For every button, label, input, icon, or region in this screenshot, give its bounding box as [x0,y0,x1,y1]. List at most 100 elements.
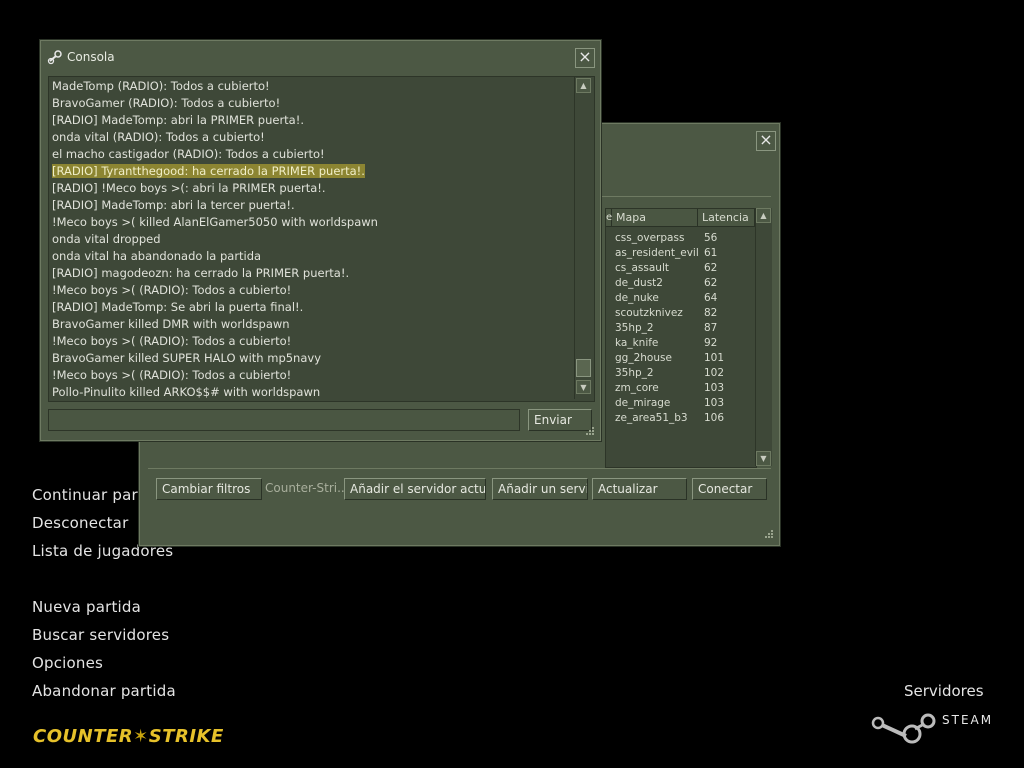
console-line: MadeTomp (RADIO): Todos a cubierto! [52,79,270,93]
server-map-cell: gg_2house [615,352,672,364]
console-scrollbar[interactable]: ▲ ▼ [574,77,593,399]
steam-text: STEAM [942,713,994,727]
console-line: [RADIO] MadeTomp: abri la tercer puerta!… [52,198,295,212]
console-line-text: onda vital dropped [52,232,161,246]
server-latency-cell: 103 [704,382,725,394]
server-map-cell: 35hp_2 [615,322,654,334]
console-command-input[interactable] [48,409,520,431]
console-line: onda vital (RADIO): Todos a cubierto! [52,130,265,144]
steam-small-icon [47,50,62,65]
console-scroll-up-icon[interactable]: ▲ [576,78,591,93]
resize-grip-icon[interactable] [764,529,774,539]
console-line-text: !Meco boys >( (RADIO): Todos a cubierto! [52,283,292,297]
console-line: onda vital ha abandonado la partida [52,249,261,263]
console-line-text: el macho castigador (RADIO): Todos a cub… [52,147,325,161]
logo-right: STRIKE [148,726,224,747]
console-line-text: [RADIO] magodeozn: ha cerrado la PRIMER … [52,266,350,280]
console-line: onda vital dropped [52,232,161,246]
table-row[interactable]: css_overpass 56 [606,232,756,247]
console-line-text: [RADIO] MadeTomp: abri la tercer puerta!… [52,198,295,212]
console-resize-grip-icon[interactable] [585,426,595,436]
console-line: !Meco boys >( (RADIO): Todos a cubierto! [52,283,291,297]
table-row[interactable]: scoutzknivez 82 [606,307,756,322]
console-line: !Meco boys >( killed AlanElGamer5050 wit… [52,215,378,229]
console-window: Consola × MadeTomp (RADIO): Todos a cubi… [40,40,601,441]
scroll-down-icon[interactable]: ▼ [756,451,771,466]
refresh-button[interactable]: Actualizar [592,478,687,500]
console-line: Pollo-Pinulito killed ARKO$$# with world… [52,385,320,399]
console-line-text: BravoGamer killed SUPER HALO with mp5nav… [52,351,322,365]
console-line: BravoGamer killed DMR with worldspawn [52,317,290,331]
send-button[interactable]: Enviar [528,409,592,431]
console-line: !Meco boys >( (RADIO): Todos a cubierto! [52,334,291,348]
server-latency-cell: 102 [704,367,725,379]
table-row[interactable]: 35hp_2 102 [606,367,756,382]
servers-label[interactable]: Servidores [904,682,984,700]
table-row[interactable]: 35hp_2 87 [606,322,756,337]
logo-figure-icon: ✶ [133,726,149,747]
logo-left: COUNTER [33,726,134,747]
console-scroll-thumb[interactable] [576,359,591,377]
console-line-text: [RADIO] MadeTomp: Se abri la puerta fina… [52,300,304,314]
console-line-text: MadeTomp (RADIO): Todos a cubierto! [52,79,270,93]
add-server-button[interactable]: Añadir un servi... [492,478,588,500]
table-row[interactable]: ze_area51_b3 106 [606,412,756,427]
menu-quit-game[interactable]: Abandonar partida [32,682,176,700]
add-current-server-button[interactable]: Añadir el servidor actual [344,478,486,500]
server-list-scrollbar[interactable]: ▲ ▼ [755,208,772,466]
table-row[interactable]: zm_core 103 [606,382,756,397]
server-latency-cell: 106 [704,412,725,424]
server-latency-cell: 62 [704,262,718,274]
menu-options[interactable]: Opciones [32,654,103,672]
server-latency-cell: 103 [704,397,725,409]
server-map-cell: zm_core [615,382,659,394]
server-list: es Mapa Latencia css_overpass56as_reside… [605,208,757,468]
table-row[interactable]: as_resident_evil 61 [606,247,756,262]
column-map-header[interactable]: Mapa [612,209,698,227]
console-line: [RADIO] magodeozn: ha cerrado la PRIMER … [52,266,349,280]
table-row[interactable]: de_mirage 103 [606,397,756,412]
table-row[interactable]: cs_assault 62 [606,262,756,277]
console-line-text: Pollo-Pinulito killed ARKO$$# with world… [52,385,321,399]
menu-new-game[interactable]: Nueva partida [32,598,141,616]
console-line-text: [RADIO] MadeTomp: abri la PRIMER puerta!… [52,113,304,127]
scroll-up-icon[interactable]: ▲ [756,208,771,223]
menu-find-servers[interactable]: Buscar servidores [32,626,169,644]
server-latency-cell: 64 [704,292,718,304]
server-browser-close-icon[interactable]: × [756,131,776,151]
console-line: BravoGamer (RADIO): Todos a cubierto! [52,96,280,110]
server-map-cell: css_overpass [615,232,685,244]
console-line: [RADIO] MadeTomp: Se abri la puerta fina… [52,300,303,314]
server-map-cell: de_nuke [615,292,659,304]
console-line-text: [RADIO] !Meco boys >(: abri la PRIMER pu… [52,181,326,195]
console-line-text: BravoGamer (RADIO): Todos a cubierto! [52,96,281,110]
console-line: [RADIO] MadeTomp: abri la PRIMER puerta!… [52,113,304,127]
console-output: MadeTomp (RADIO): Todos a cubierto! Bravo… [48,76,595,402]
console-line-text: !Meco boys >( (RADIO): Todos a cubierto! [52,334,292,348]
table-row[interactable]: gg_2house 101 [606,352,756,367]
console-line: !Meco boys >( (RADIO): Todos a cubierto! [52,368,291,382]
table-row[interactable]: de_nuke 64 [606,292,756,307]
console-line-text: [RADIO] Tyrantthegood: ha cerrado la PRI… [52,164,365,178]
console-line: BravoGamer killed SUPER HALO with mp5nav… [52,351,321,365]
console-line-text: !Meco boys >( killed AlanElGamer5050 wit… [52,215,378,229]
column-latency-header[interactable]: Latencia [698,209,755,227]
server-map-cell: de_dust2 [615,277,663,289]
server-map-cell: ka_knife [615,337,659,349]
console-scroll-down-icon[interactable]: ▼ [576,380,591,394]
console-line-text: BravoGamer killed DMR with worldspawn [52,317,290,331]
console-line-text: !Meco boys >( (RADIO): Todos a cubierto! [52,368,292,382]
server-latency-cell: 56 [704,232,718,244]
server-map-cell: as_resident_evil [615,247,699,259]
server-map-cell: ze_area51_b3 [615,412,688,424]
console-line-text: onda vital ha abandonado la partida [52,249,262,263]
server-map-cell: cs_assault [615,262,669,274]
server-latency-cell: 62 [704,277,718,289]
button-bar-divider [148,468,771,469]
table-row[interactable]: de_dust2 62 [606,277,756,292]
connect-button[interactable]: Conectar [692,478,767,500]
change-filters-button[interactable]: Cambiar filtros [156,478,262,500]
table-row[interactable]: ka_knife 92 [606,337,756,352]
menu-disconnect[interactable]: Desconectar [32,514,128,532]
console-close-icon[interactable]: × [575,48,595,68]
